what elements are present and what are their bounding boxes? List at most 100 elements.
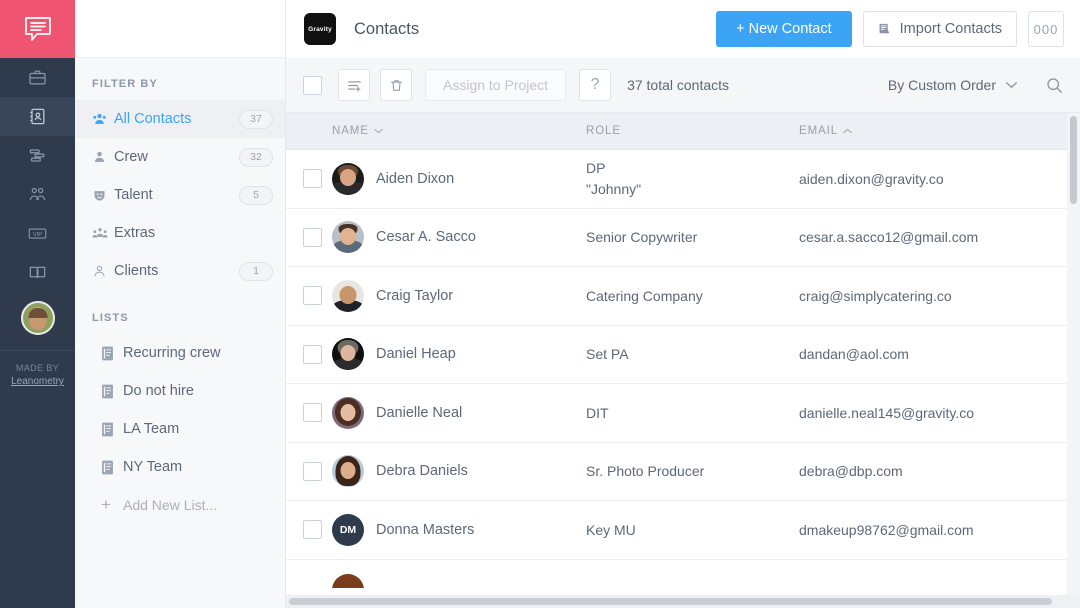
- made-by: MADE BY Leanometry: [11, 362, 64, 390]
- contact-role-cell: DIT: [586, 403, 799, 423]
- avatar-initials: DM: [332, 513, 364, 546]
- contact-role: Sr. Photo Producer: [586, 463, 705, 480]
- row-checkbox[interactable]: [303, 344, 322, 364]
- workspace-logo[interactable]: Gravity: [304, 13, 336, 45]
- row-checkbox[interactable]: [303, 227, 322, 247]
- list-item-recurring-crew[interactable]: Recurring crew: [75, 334, 285, 372]
- app-logo[interactable]: [0, 0, 75, 58]
- row-checkbox[interactable]: [303, 169, 322, 189]
- row-checkbox-cell: [286, 560, 332, 574]
- table-row-partial[interactable]: [286, 559, 1080, 588]
- column-header-label: NAME: [332, 125, 369, 137]
- sidebar-item-extras[interactable]: Extras: [75, 214, 285, 252]
- icon-rail: VIP MADE BY Leanometry: [0, 0, 75, 608]
- assign-to-project-button[interactable]: Assign to Project: [425, 69, 567, 101]
- trash-icon: [389, 78, 404, 93]
- sidebar-item-talent[interactable]: Talent 5: [75, 176, 285, 214]
- total-contacts-label: 37 total contacts: [627, 77, 730, 93]
- table-row[interactable]: Cesar A. Sacco Senior Copywriter cesar.a…: [286, 208, 1080, 267]
- header: Gravity Contacts + New Contact Import Co…: [286, 0, 1080, 58]
- row-checkbox-cell: [286, 520, 332, 540]
- add-new-list-button[interactable]: + Add New List...: [75, 486, 285, 524]
- contact-name-cell: DM Donna Masters: [332, 513, 586, 546]
- table-row[interactable]: Debra Daniels Sr. Photo Producer debra@d…: [286, 442, 1080, 501]
- filter-panel-header-spacer: [75, 0, 285, 58]
- contact-role: DP: [586, 160, 606, 177]
- delete-button[interactable]: [380, 69, 412, 101]
- more-options-button[interactable]: 000: [1028, 11, 1064, 47]
- row-checkbox-cell: [286, 169, 332, 189]
- list-item-ny-team[interactable]: NY Team: [75, 448, 285, 486]
- list-item-label: Do not hire: [123, 383, 194, 399]
- list-icon: [101, 384, 123, 399]
- row-checkbox[interactable]: [303, 403, 322, 423]
- import-contacts-button[interactable]: Import Contacts: [862, 11, 1017, 47]
- made-by-name[interactable]: Leanometry: [11, 375, 64, 390]
- svg-text:VIP: VIP: [33, 232, 42, 238]
- rail-divider: [0, 350, 75, 351]
- avatar: [332, 162, 364, 195]
- page-title: Contacts: [354, 19, 420, 38]
- made-by-label: MADE BY: [15, 363, 60, 373]
- row-checkbox[interactable]: [303, 461, 322, 481]
- sidebar-item-library[interactable]: [0, 253, 75, 292]
- user-avatar[interactable]: [0, 292, 75, 344]
- select-all-checkbox[interactable]: [303, 75, 322, 95]
- list-toolbar: Assign to Project ? 37 total contacts By…: [286, 58, 1080, 113]
- list-item-do-not-hire[interactable]: Do not hire: [75, 372, 285, 410]
- contacts-all-icon: [92, 112, 114, 127]
- table-row[interactable]: Craig Taylor Catering Company craig@simp…: [286, 267, 1080, 326]
- row-checkbox-cell: [286, 286, 332, 306]
- sidebar-item-crew[interactable]: [0, 175, 75, 214]
- avatar: [332, 221, 364, 254]
- contact-name: Aiden Dixon: [376, 170, 455, 187]
- sidebar-item-clients[interactable]: Clients 1: [75, 252, 285, 290]
- row-checkbox-cell: [286, 227, 332, 247]
- search-icon: [1045, 76, 1064, 95]
- column-header-name[interactable]: NAME: [286, 125, 586, 137]
- add-to-list-icon: [346, 77, 363, 94]
- row-checkbox[interactable]: [303, 520, 322, 540]
- sidebar-item-all-contacts[interactable]: All Contacts 37: [75, 100, 285, 138]
- sort-dropdown[interactable]: By Custom Order: [888, 77, 1018, 93]
- new-contact-button[interactable]: + New Contact: [716, 11, 852, 47]
- avatar: [332, 573, 364, 588]
- status-badge: 1: [239, 261, 273, 281]
- sidebar-item-vip[interactable]: VIP: [0, 214, 75, 253]
- list-item-label: Recurring crew: [123, 345, 221, 361]
- sidebar-item-contacts[interactable]: [0, 97, 75, 136]
- plus-icon: +: [101, 495, 111, 514]
- contact-role-cell: Set PA: [586, 344, 799, 364]
- table-row[interactable]: Daniel Heap Set PA dandan@aol.com: [286, 325, 1080, 384]
- table-row[interactable]: DM Donna Masters Key MU dmakeup98762@gma…: [286, 501, 1080, 560]
- sidebar-item-label: Crew: [114, 149, 148, 165]
- row-checkbox-cell: [286, 403, 332, 423]
- status-badge: 5: [239, 185, 273, 205]
- contact-name-cell: Daniel Heap: [332, 338, 586, 371]
- horizontal-scrollbar-thumb[interactable]: [289, 598, 1052, 605]
- extras-icon: [92, 226, 114, 241]
- chevron-up-icon: [843, 128, 852, 134]
- add-to-list-button[interactable]: [338, 69, 370, 101]
- contact-role-cell: DP "Johnny": [586, 158, 799, 199]
- status-badge: 32: [239, 147, 273, 167]
- contact-name: Debra Daniels: [376, 463, 468, 480]
- table-row[interactable]: Danielle Neal DIT danielle.neal145@gravi…: [286, 384, 1080, 443]
- column-header-email[interactable]: EMAIL: [799, 125, 1080, 137]
- list-item-la-team[interactable]: LA Team: [75, 410, 285, 448]
- search-button[interactable]: [1045, 76, 1064, 95]
- crew-icon: [92, 150, 114, 165]
- table-row[interactable]: Aiden Dixon DP "Johnny" aiden.dixon@grav…: [286, 150, 1080, 209]
- sidebar-item-projects[interactable]: [0, 58, 75, 97]
- avatar: [332, 338, 364, 371]
- import-icon: [878, 22, 893, 37]
- help-button[interactable]: ?: [579, 69, 612, 101]
- sidebar-item-schedule[interactable]: [0, 136, 75, 175]
- lists-title: LISTS: [92, 312, 129, 324]
- vertical-scrollbar-thumb[interactable]: [1070, 116, 1077, 204]
- row-checkbox[interactable]: [303, 286, 322, 306]
- horizontal-scrollbar-track[interactable]: [286, 595, 1080, 608]
- contact-role: Key MU: [586, 521, 636, 538]
- column-header-role[interactable]: ROLE: [586, 125, 799, 137]
- sidebar-item-crew[interactable]: Crew 32: [75, 138, 285, 176]
